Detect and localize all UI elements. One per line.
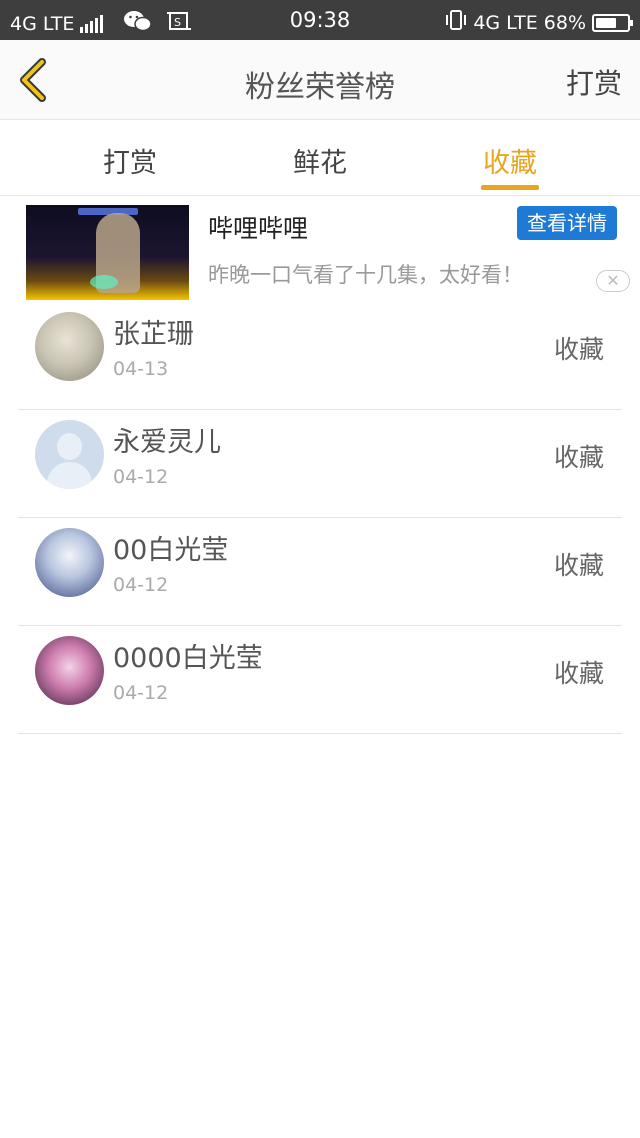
- tab-bar: 打赏 鲜花 收藏: [0, 121, 640, 196]
- battery-percent: 68%: [543, 11, 586, 34]
- ad-thumbnail[interactable]: [26, 205, 189, 300]
- list-item[interactable]: 张芷珊 04-13 收藏: [18, 302, 622, 410]
- avatar[interactable]: [35, 420, 104, 489]
- item-date: 04-12: [113, 574, 169, 596]
- close-icon[interactable]: ✕: [596, 270, 630, 292]
- avatar[interactable]: [35, 528, 104, 597]
- default-avatar-icon: [57, 433, 82, 460]
- ad-banner[interactable]: 哔哩哔哩 昨晚一口气看了十几集，太好看！ 查看详情 ✕: [0, 197, 640, 302]
- item-action: 收藏: [553, 551, 604, 580]
- ad-details-button[interactable]: 查看详情: [517, 206, 617, 240]
- avatar[interactable]: [35, 636, 104, 705]
- user-name: 0000白光莹: [113, 643, 263, 674]
- page-title: 粉丝荣誉榜: [245, 70, 395, 105]
- list-item[interactable]: 00白光莹 04-12 收藏: [18, 518, 622, 626]
- ad-description: 昨晚一口气看了十几集，太好看！: [208, 263, 523, 287]
- active-tab-indicator: [481, 185, 539, 190]
- item-action: 收藏: [553, 443, 604, 472]
- tab-flowers[interactable]: 鲜花: [265, 141, 375, 180]
- tab-favorites[interactable]: 收藏: [455, 141, 565, 180]
- ad-thumbnail-glow: [90, 275, 118, 289]
- avatar[interactable]: [35, 312, 104, 381]
- tip-button[interactable]: 打赏: [566, 62, 622, 102]
- item-date: 04-12: [113, 682, 169, 704]
- item-date: 04-13: [113, 358, 169, 380]
- status-bar: 4G LTE S 09:38 4G LTE 68%: [0, 0, 640, 40]
- favorites-list: 张芷珊 04-13 收藏 永爱灵儿 04-12 收藏 00白光莹 04-12 收…: [18, 302, 622, 734]
- user-name: 永爱灵儿: [113, 427, 221, 458]
- battery-icon: [592, 13, 633, 32]
- item-date: 04-12: [113, 466, 169, 488]
- user-name: 张芷珊: [113, 319, 194, 350]
- list-item[interactable]: 永爱灵儿 04-12 收藏: [18, 410, 622, 518]
- network-label-right: 4G LTE: [473, 11, 538, 34]
- user-name: 00白光莹: [113, 535, 229, 566]
- tab-tip[interactable]: 打赏: [75, 141, 185, 180]
- item-action: 收藏: [553, 659, 604, 688]
- list-item[interactable]: 0000白光莹 04-12 收藏: [18, 626, 622, 734]
- status-right: 4G LTE 68%: [445, 9, 633, 36]
- item-action: 收藏: [553, 335, 604, 364]
- ad-app-name: 哔哩哔哩: [208, 214, 309, 243]
- vibrate-icon: [445, 9, 467, 36]
- header: 粉丝荣誉榜 打赏: [0, 40, 640, 120]
